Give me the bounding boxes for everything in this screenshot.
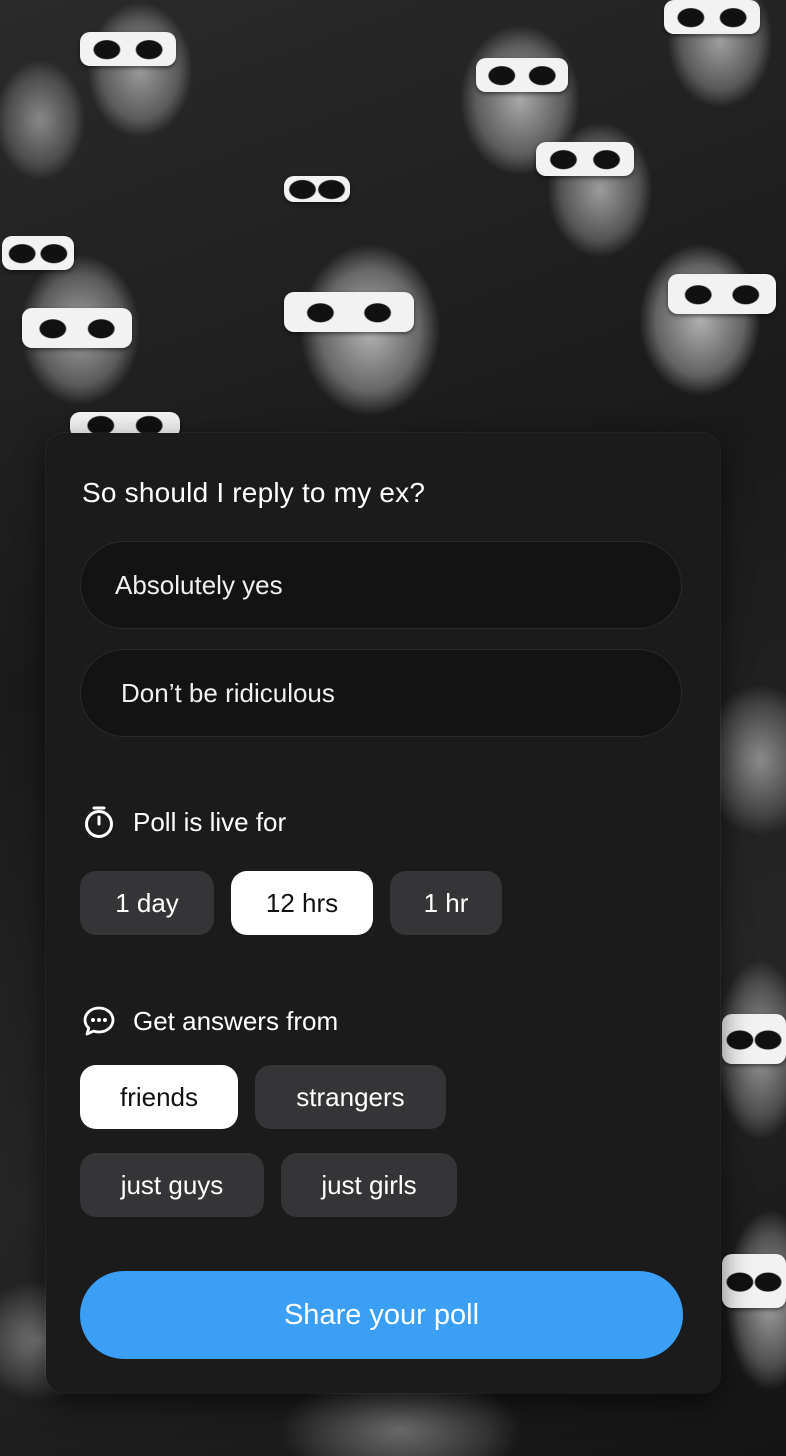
duration-heading: Poll is live for: [82, 805, 286, 839]
audience-chip-friends[interactable]: friends: [80, 1065, 238, 1129]
glasses-decoration: [536, 142, 634, 176]
chat-bubble-icon: [82, 1004, 116, 1038]
share-poll-button[interactable]: Share your poll: [80, 1271, 683, 1359]
audience-heading-label: Get answers from: [133, 1005, 339, 1036]
glasses-decoration: [22, 308, 132, 348]
duration-heading-label: Poll is live for: [133, 806, 287, 837]
audience-chip-just-guys[interactable]: just guys: [80, 1153, 264, 1217]
poll-panel: So should I reply to my ex? Absolutely y…: [46, 433, 720, 1393]
glasses-decoration: [722, 1254, 786, 1308]
glasses-decoration: [722, 1014, 786, 1064]
duration-chip-1-hr[interactable]: 1 hr: [390, 871, 502, 935]
glasses-decoration: [668, 274, 776, 314]
audience-heading: Get answers from: [82, 1004, 338, 1038]
audience-chip-just-girls[interactable]: just girls: [281, 1153, 457, 1217]
glasses-decoration: [80, 32, 176, 66]
poll-option-1-input[interactable]: Absolutely yes: [80, 541, 682, 629]
stopwatch-icon: [82, 805, 116, 839]
audience-chip-strangers[interactable]: strangers: [255, 1065, 446, 1129]
glasses-decoration: [284, 176, 350, 202]
duration-chip-12-hrs[interactable]: 12 hrs: [231, 871, 373, 935]
glasses-decoration: [2, 236, 74, 270]
poll-option-2-input[interactable]: Don’t be ridiculous: [80, 649, 682, 737]
glasses-decoration: [284, 292, 414, 332]
duration-chip-1-day[interactable]: 1 day: [80, 871, 214, 935]
glasses-decoration: [476, 58, 568, 92]
poll-question: So should I reply to my ex?: [82, 477, 426, 508]
glasses-decoration: [664, 0, 760, 34]
